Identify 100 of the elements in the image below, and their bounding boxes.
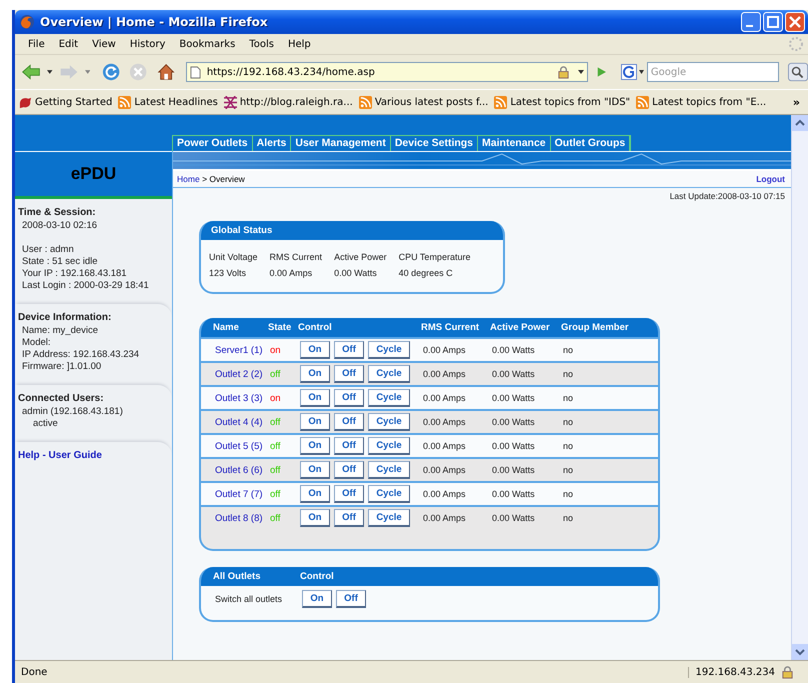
power-button[interactable]: On bbox=[300, 437, 330, 455]
table-cell-text: 0.00 Watts bbox=[492, 513, 536, 523]
power-button[interactable]: Off bbox=[334, 365, 364, 383]
power-button[interactable]: Off bbox=[334, 413, 364, 431]
help-link[interactable]: Help - User Guide bbox=[18, 450, 102, 461]
power-button[interactable]: Cycle bbox=[368, 509, 410, 527]
outlet-link[interactable]: Server1 (1) bbox=[215, 344, 270, 356]
panel-text: Last Login : 2000-03-29 18:41 bbox=[21, 280, 150, 292]
scrollbar[interactable] bbox=[791, 115, 808, 660]
maximize-icon[interactable] bbox=[763, 12, 783, 32]
menu-item[interactable]: Help bbox=[280, 38, 318, 50]
power-button[interactable]: On bbox=[302, 590, 332, 608]
outlet-link[interactable]: Outlet 7 (7) bbox=[215, 488, 270, 500]
outlet-link[interactable]: Outlet 8 (8) bbox=[215, 512, 270, 524]
column-header: RMS Current bbox=[421, 322, 480, 333]
column-header: All Outlets bbox=[213, 571, 262, 582]
power-button[interactable]: Cycle bbox=[368, 389, 410, 407]
bookmark-item[interactable]: Various latest posts f... bbox=[358, 96, 488, 108]
menu-item[interactable]: History bbox=[122, 38, 172, 50]
power-button[interactable]: Cycle bbox=[368, 437, 410, 455]
menu-item[interactable]: File bbox=[21, 38, 52, 50]
rss-feed-icon bbox=[636, 96, 650, 108]
play-icon[interactable] bbox=[595, 65, 608, 79]
rss-feed-icon bbox=[118, 96, 132, 108]
power-button[interactable]: On bbox=[300, 509, 330, 527]
outlet-link[interactable]: Outlet 4 (4) bbox=[215, 416, 270, 428]
caret-icon[interactable] bbox=[47, 70, 53, 74]
power-button[interactable]: Cycle bbox=[368, 461, 410, 479]
address-field[interactable]: https://192.168.43.234/home.asp bbox=[186, 62, 588, 82]
power-button[interactable]: On bbox=[300, 341, 330, 359]
minimize-icon[interactable] bbox=[741, 12, 761, 32]
caret-icon[interactable] bbox=[578, 70, 584, 74]
power-button[interactable]: Off bbox=[336, 590, 366, 608]
search-icon[interactable] bbox=[788, 62, 808, 82]
logout-link[interactable]: Logout bbox=[756, 174, 785, 184]
outlet-link[interactable]: Outlet 3 (3) bbox=[215, 392, 270, 404]
table-cell-text: 0.00 Watts bbox=[492, 345, 536, 355]
outlet-link[interactable]: Outlet 5 (5) bbox=[215, 440, 270, 452]
panel-title: Device Information: bbox=[18, 312, 112, 323]
card-title: Global Status bbox=[211, 225, 272, 236]
more-bookmarks-button[interactable]: » bbox=[792, 96, 800, 108]
power-button[interactable]: Cycle bbox=[368, 341, 410, 359]
status-value: 0.00 Watts bbox=[334, 268, 378, 278]
bookmark-item[interactable]: Latest Headlines bbox=[118, 96, 218, 108]
status-value: 0.00 Amps bbox=[270, 268, 314, 278]
state-text: on bbox=[270, 344, 282, 356]
column-header: Control bbox=[300, 571, 334, 582]
table-cell-text: 0.00 Watts bbox=[492, 393, 536, 403]
close-icon[interactable] bbox=[785, 12, 805, 32]
reload-icon[interactable] bbox=[102, 62, 120, 82]
breadcrumb-link[interactable]: Home bbox=[177, 174, 200, 184]
table-cell-text: 0.00 Watts bbox=[492, 489, 536, 499]
lock-icon bbox=[557, 66, 570, 78]
outlet-link[interactable]: Outlet 6 (6) bbox=[215, 464, 270, 476]
power-button[interactable]: On bbox=[300, 461, 330, 479]
power-button[interactable]: Off bbox=[334, 437, 364, 455]
column-header: Name bbox=[213, 322, 240, 333]
power-button[interactable]: On bbox=[300, 365, 330, 383]
power-button[interactable]: Cycle bbox=[368, 485, 410, 503]
panel-text: 2008-03-10 02:16 bbox=[21, 220, 98, 232]
power-button[interactable]: Off bbox=[334, 341, 364, 359]
power-button[interactable]: Cycle bbox=[368, 413, 410, 431]
power-button[interactable]: Off bbox=[334, 509, 364, 527]
power-button[interactable]: Off bbox=[334, 461, 364, 479]
search-field[interactable]: Google bbox=[646, 62, 779, 82]
table-cell-text: 0.00 Watts bbox=[492, 441, 536, 451]
power-button[interactable]: On bbox=[300, 413, 330, 431]
menu-item[interactable]: Bookmarks bbox=[172, 38, 242, 50]
power-button[interactable]: On bbox=[300, 389, 330, 407]
table-cell-text: 0.00 Watts bbox=[492, 465, 536, 475]
menu-item[interactable]: Tools bbox=[242, 38, 281, 50]
bookmark-item[interactable]: Latest topics from "E... bbox=[636, 96, 766, 108]
bookmark-item[interactable]: Latest topics from "IDS" bbox=[494, 96, 630, 108]
table-cell-text: no bbox=[563, 393, 574, 403]
back-arrow-icon[interactable] bbox=[21, 62, 42, 82]
scroll-down-icon[interactable] bbox=[792, 644, 808, 660]
power-button[interactable]: Cycle bbox=[368, 365, 410, 383]
rss-feed-icon bbox=[494, 96, 508, 108]
status-label: RMS Current bbox=[270, 252, 322, 262]
bookmark-item[interactable]: http://blog.raleigh.ra... bbox=[224, 96, 353, 108]
state-text: on bbox=[270, 392, 282, 404]
table-cell-text: no bbox=[563, 369, 574, 379]
row-label: Switch all outlets bbox=[215, 594, 284, 604]
menu-item[interactable]: View bbox=[85, 38, 123, 50]
bookmark-item[interactable]: Getting Started bbox=[19, 96, 112, 108]
outlet-link[interactable]: Outlet 2 (2) bbox=[215, 368, 270, 380]
menu-item[interactable]: Edit bbox=[52, 38, 86, 50]
home-icon[interactable] bbox=[156, 62, 175, 82]
power-button[interactable]: On bbox=[300, 485, 330, 503]
panel-text: State : 51 sec idle bbox=[21, 256, 99, 268]
table-cell-text: 0.00 Watts bbox=[492, 417, 536, 427]
letter-g-icon[interactable] bbox=[620, 64, 645, 80]
status-text: Done bbox=[21, 666, 48, 678]
column-header: Group Member bbox=[561, 322, 630, 333]
power-button[interactable]: Off bbox=[334, 389, 364, 407]
power-button[interactable]: Off bbox=[334, 485, 364, 503]
table-cell-text: no bbox=[563, 465, 574, 475]
table-cell-text: 0.00 Amps bbox=[423, 393, 467, 403]
scroll-up-icon[interactable] bbox=[792, 115, 808, 131]
table-cell-text: no bbox=[563, 513, 574, 523]
